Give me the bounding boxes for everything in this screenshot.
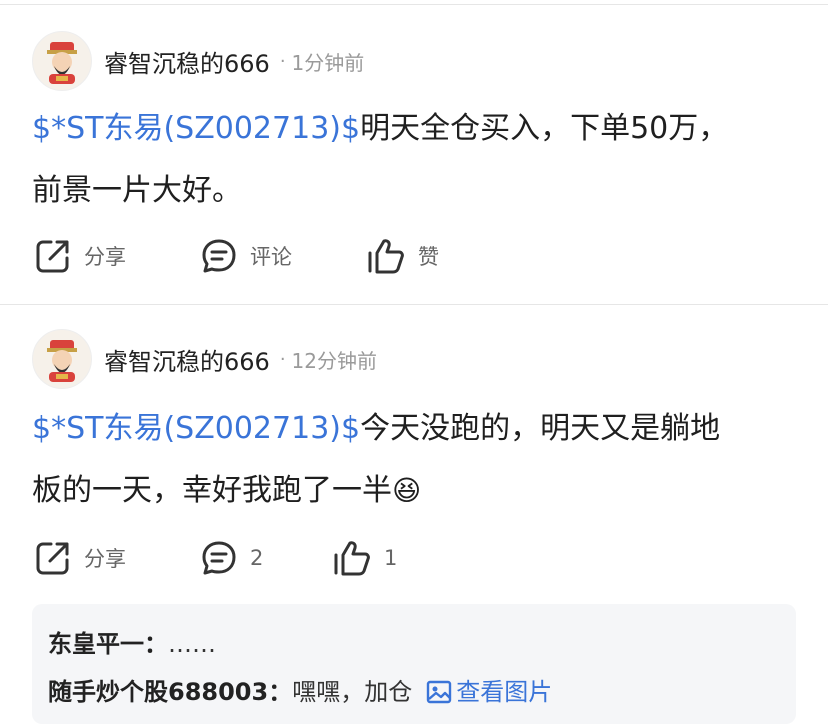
share-label: 分享 xyxy=(84,245,126,269)
share-button[interactable]: 分享 xyxy=(34,236,126,276)
comment-label: 评论 xyxy=(250,245,292,269)
post-author[interactable]: 睿智沉稳的666 · 12分钟前 xyxy=(32,329,377,389)
stock-tag-link[interactable]: $*ST东易(SZ002713)$ xyxy=(32,111,360,146)
post-text-line-1: $*ST东易(SZ002713)$今天没跑的，明天又是躺地 xyxy=(32,398,792,460)
post-text-line-2: 板的一天，幸好我跑了一半😆 xyxy=(32,460,792,522)
post-actions: 分享 2 1 xyxy=(32,538,792,578)
image-icon xyxy=(427,680,452,704)
avatar[interactable] xyxy=(32,329,92,389)
view-image-label: 查看图片 xyxy=(456,678,553,706)
share-icon xyxy=(36,542,69,575)
laughing-emoji: 😆 xyxy=(392,474,422,507)
reply-item[interactable]: 随手炒个股688003：嘿嘿，加仓 查看图片 xyxy=(48,672,552,707)
post-author[interactable]: 睿智沉稳的666 · 1分钟前 xyxy=(32,31,364,91)
author-name[interactable]: 睿智沉稳的666 xyxy=(104,342,270,377)
post-text: 今天没跑的，明天又是躺地 xyxy=(360,411,721,446)
post-divider xyxy=(0,304,828,305)
post-content: $*ST东易(SZ002713)$明天全仓买入，下单50万， 前景一片大好。 xyxy=(32,98,792,222)
meta-separator: · xyxy=(279,50,286,72)
avatar-icon xyxy=(47,340,77,382)
thumbs-up-icon xyxy=(334,541,370,576)
comment-icon xyxy=(202,541,236,575)
reply-list: 东皇平一：…… 随手炒个股688003：嘿嘿，加仓 查看图片 xyxy=(32,604,796,724)
share-label: 分享 xyxy=(84,547,126,571)
post-actions: 分享 评论 赞 xyxy=(32,236,792,276)
post-time: 1分钟前 xyxy=(291,50,365,75)
like-label: 赞 xyxy=(418,245,439,269)
comment-button[interactable]: 评论 xyxy=(200,236,292,276)
reply-author[interactable]: 东皇平一： xyxy=(48,630,168,658)
post-text: 明天全仓买入，下单50万， xyxy=(360,111,729,146)
reply-item[interactable]: 东皇平一：…… xyxy=(48,624,216,659)
comment-button[interactable]: 2 xyxy=(200,538,263,578)
share-button[interactable]: 分享 xyxy=(34,538,126,578)
view-image-link[interactable]: 查看图片 xyxy=(426,678,552,706)
like-button[interactable]: 赞 xyxy=(366,236,439,276)
post-text: 板的一天，幸好我跑了一半 xyxy=(32,473,392,508)
stock-tag-link[interactable]: $*ST东易(SZ002713)$ xyxy=(32,411,360,446)
share-icon xyxy=(36,240,69,273)
avatar-icon xyxy=(47,42,77,84)
comment-icon xyxy=(202,239,236,273)
post-time: 12分钟前 xyxy=(291,348,377,373)
reply-author[interactable]: 随手炒个股688003： xyxy=(48,678,292,706)
author-name[interactable]: 睿智沉稳的666 xyxy=(104,44,270,79)
like-count: 1 xyxy=(384,546,398,570)
reply-text: 嘿嘿，加仓 xyxy=(292,678,413,706)
meta-separator: · xyxy=(279,348,286,370)
feed: 睿智沉稳的666 · 1分钟前 $*ST东易(SZ002713)$明天全仓买入，… xyxy=(0,0,828,724)
comment-count: 2 xyxy=(250,546,264,570)
post-text-line-2: 前景一片大好。 xyxy=(32,173,242,208)
reply-text: …… xyxy=(168,630,216,658)
avatar[interactable] xyxy=(32,31,92,91)
like-button[interactable]: 1 xyxy=(332,538,397,578)
thumbs-up-icon xyxy=(368,239,404,274)
post-content: $*ST东易(SZ002713)$今天没跑的，明天又是躺地 板的一天，幸好我跑了… xyxy=(32,398,792,522)
top-divider xyxy=(0,4,828,5)
post-text-line-1: $*ST东易(SZ002713)$明天全仓买入，下单50万， xyxy=(32,98,792,160)
